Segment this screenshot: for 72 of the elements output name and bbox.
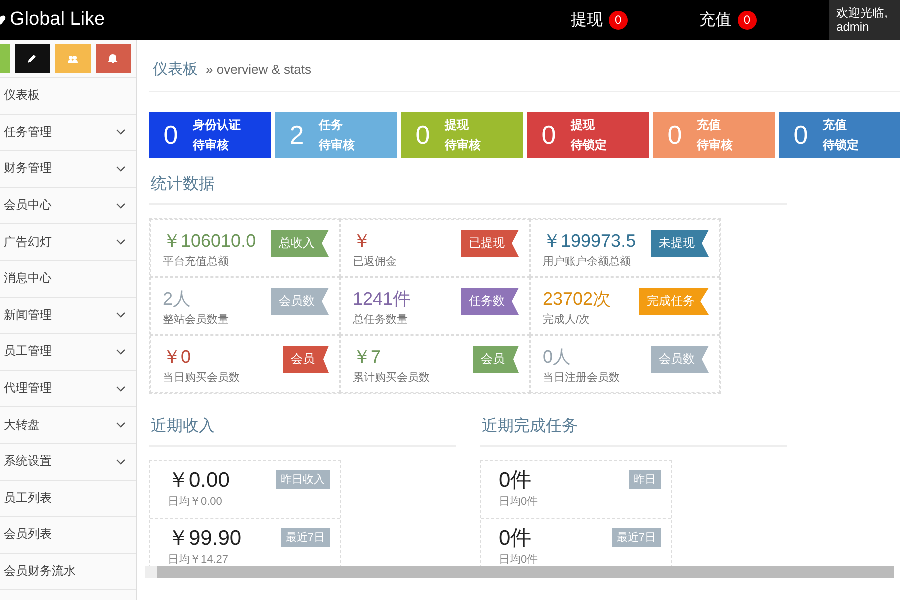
sidebar-item[interactable]: 财务管理 [0, 151, 136, 188]
stat-caption: 完成人/次 [543, 312, 590, 327]
stat-value: ￥0.00 [168, 468, 230, 494]
stat-value: 0人 [543, 346, 572, 369]
alert-label[interactable]: 充值 [700, 10, 732, 30]
stat-caption: 整站会员数量 [163, 313, 229, 327]
stat-tag: 未提现 [651, 230, 709, 257]
page-title: 仪表板 [153, 60, 198, 79]
user-menu[interactable]: 欢迎光临, admin [828, 0, 900, 40]
sidebar-item[interactable]: 系统设置 [0, 444, 136, 481]
section-title: 近期完成任务 [480, 400, 787, 447]
stat-tag: 会员 [283, 346, 329, 373]
daily-average: 日均0件 [499, 495, 538, 509]
section-title: 近期收入 [149, 400, 456, 447]
stat-value: 23702次 [543, 288, 612, 311]
stat-value: ￥ [353, 230, 371, 253]
stat-tag: 已提现 [461, 230, 519, 257]
section-title: 统计数据 [149, 158, 787, 205]
sidebar-item[interactable]: 仪表板 [0, 78, 136, 115]
stat-value: ￥106010.0 [163, 230, 256, 253]
sidebar-item[interactable]: 大转盘 [0, 407, 136, 444]
stat-value: ￥199973.5 [543, 230, 636, 253]
stat-tag: 完成任务 [639, 288, 709, 315]
alert-label[interactable]: 提现 [570, 10, 603, 30]
stat-caption: 当日注册会员数 [543, 370, 620, 385]
pencil-button[interactable] [14, 44, 50, 73]
daily-average: 日均￥0.00 [168, 495, 222, 509]
stat-caption: 已返佣金 [353, 255, 397, 269]
sidebar-item[interactable]: 员工管理 [0, 334, 136, 371]
sidebar-item[interactable]: 消息中心 [0, 260, 136, 298]
sidebar-item[interactable]: 会员财务流水 [0, 554, 136, 590]
stat-tag: 会员数 [271, 288, 329, 315]
sidebar-item[interactable]: 会员列表 [0, 517, 136, 554]
stat-tag: 总收入 [271, 230, 329, 257]
stat-value: ￥0 [163, 346, 192, 369]
stat-tag: 任务数 [461, 288, 519, 315]
users-button[interactable] [55, 44, 90, 73]
period-tag: 昨日收入 [276, 470, 330, 489]
period-tag: 最近7日 [612, 528, 661, 547]
stat-caption: 用户账户余额总额 [543, 254, 631, 269]
period-tag: 最近7日 [280, 528, 330, 547]
stat-value: ￥99.90 [168, 526, 242, 552]
bell-button[interactable] [96, 44, 131, 73]
stat-caption: 累计购买会员数 [353, 371, 430, 385]
stat-value: 0件 [499, 526, 532, 552]
stat-value: 0件 [499, 468, 532, 494]
stat-value: 2人 [163, 288, 192, 311]
stat-tag: 会员 [473, 346, 519, 373]
stat-value: 1241件 [353, 288, 412, 311]
count-badge: 0 [738, 10, 757, 30]
stat-value: ￥7 [353, 346, 382, 369]
brand-name[interactable]: Global Like [10, 9, 106, 31]
horizontal-scrollbar[interactable] [145, 566, 894, 578]
stat-caption: 当日购买会员数 [163, 371, 240, 385]
sidebar-item[interactable]: 任务管理 [0, 114, 136, 152]
stat-caption: 平台充值总额 [163, 254, 229, 269]
status-tile[interactable]: 0 充值 待锁定 [779, 112, 900, 158]
page-subtitle: » overview & stats [206, 62, 312, 77]
sidebar-item[interactable]: 员工列表 [0, 480, 136, 518]
sidebar-item[interactable]: 会员中心 [0, 188, 136, 224]
period-tag: 昨日 [629, 470, 661, 489]
status-tile[interactable]: 0 提现 待锁定 [527, 112, 649, 158]
stat-tag: 会员数 [651, 346, 709, 373]
sidebar-item[interactable]: 代理管理 [0, 370, 136, 408]
stat-caption: 总任务数量 [353, 313, 408, 327]
bell-icon [106, 52, 120, 66]
count-badge: 0 [608, 10, 628, 30]
sidebar-item[interactable]: 广告幻灯 [0, 224, 136, 261]
daily-average: 日均￥14.27 [168, 553, 229, 567]
daily-average: 日均0件 [499, 553, 538, 567]
status-tile[interactable]: 0 身份认证 待审核 [149, 112, 271, 158]
sidebar-item[interactable]: 新闻管理 [0, 298, 136, 334]
